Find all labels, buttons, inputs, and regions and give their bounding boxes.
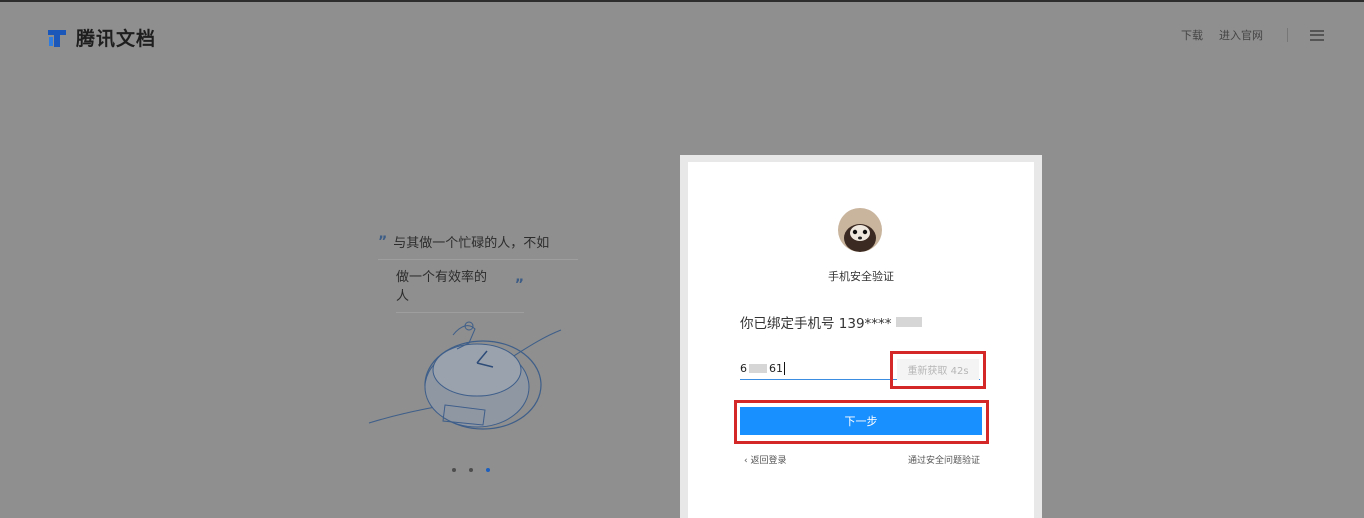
bound-phone-text: 你已绑定手机号 139****	[740, 312, 922, 332]
chevron-left-icon: ‹	[744, 456, 748, 466]
tencent-docs-logo-icon	[48, 29, 66, 47]
nav-divider	[1287, 28, 1288, 42]
time-watch-illustration	[368, 321, 562, 430]
top-navigation: 下载 进入官网	[1165, 27, 1324, 43]
text-caret	[784, 361, 785, 375]
carousel-dot[interactable]	[452, 468, 456, 472]
window-top-edge	[0, 0, 1364, 2]
carousel-dot[interactable]	[469, 468, 473, 472]
open-quote-icon: ”	[378, 233, 388, 250]
carousel-dot-active[interactable]	[486, 468, 490, 472]
phone-number-label: 你已绑定手机号 139****	[740, 316, 892, 332]
security-question-link[interactable]: 通过安全问题验证	[908, 453, 980, 466]
app-logo[interactable]: 腾讯文档	[46, 24, 156, 51]
dialog-title: 手机安全验证	[828, 270, 894, 283]
avatar	[838, 208, 882, 252]
hamburger-menu-icon[interactable]	[1310, 29, 1324, 41]
next-highlight-box: 下一步	[734, 400, 989, 444]
slogan-line-2: 做一个有效率的人	[396, 270, 488, 304]
resend-code-button[interactable]: 重新获取 42s	[897, 359, 979, 380]
masked-phone-digits	[895, 317, 922, 327]
back-to-login-label: 返回登录	[750, 456, 787, 466]
slogan-quote: ” 与其做一个忙碌的人，不如 做一个有效率的人 ”	[378, 232, 578, 313]
download-link[interactable]: 下载	[1181, 27, 1203, 43]
close-quote-icon: ”	[514, 277, 524, 293]
back-to-login-link[interactable]: ‹ 返回登录	[744, 453, 787, 466]
slogan-line-1: 与其做一个忙碌的人，不如	[393, 236, 550, 251]
code-prefix: 6	[740, 361, 747, 375]
official-site-link[interactable]: 进入官网	[1219, 27, 1263, 43]
app-name: 腾讯文档	[76, 28, 157, 50]
resend-highlight-box: 重新获取 42s	[890, 351, 986, 389]
next-step-button[interactable]: 下一步	[740, 407, 982, 435]
code-suffix: 61	[769, 361, 783, 375]
phone-verification-dialog: 手机安全验证 你已绑定手机号 139**** 6 61 重新获取 42s 下一步…	[680, 155, 1042, 518]
carousel-dots	[452, 468, 490, 472]
masked-code-digits	[749, 363, 767, 373]
